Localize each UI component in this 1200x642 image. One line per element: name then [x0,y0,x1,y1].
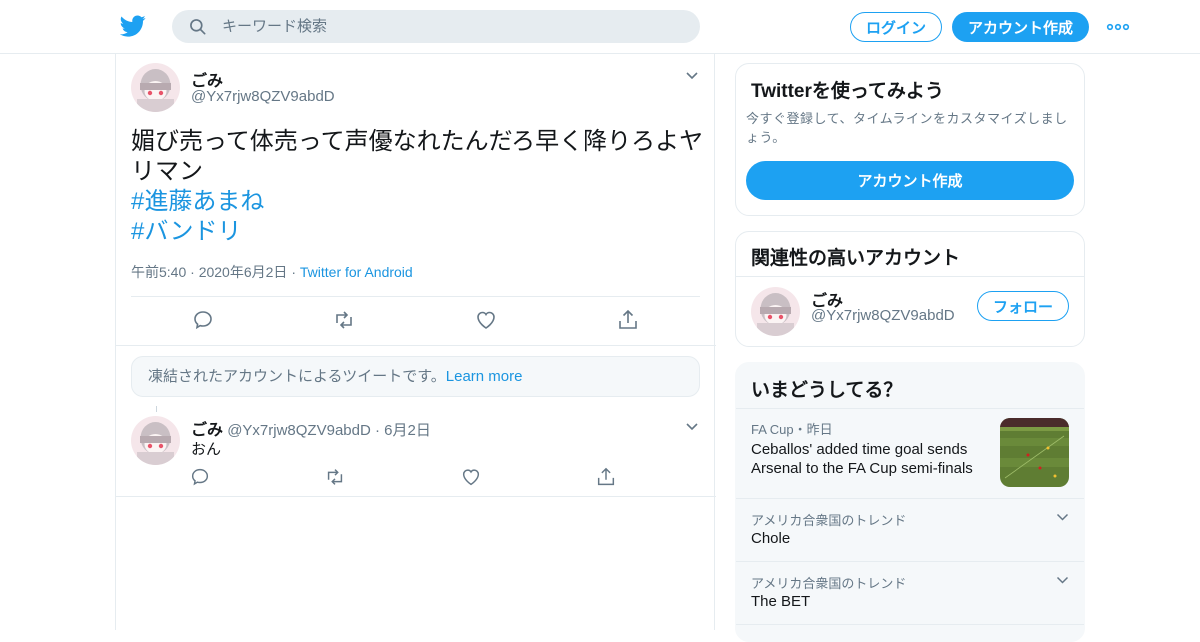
signup-card-description: 今すぐ登録して、タイムラインをカスタマイズしましょう。 [746,111,1068,145]
share-icon[interactable] [616,308,640,332]
divider [736,408,1084,409]
tweet-body: 媚び売って体売って声優なれたんだろ早く降りろよヤリマン [131,128,704,185]
avatar[interactable] [131,63,180,112]
trend-meta: アメリカ合衆国のトレンド [751,576,907,591]
tweet-meta: 午前5:40 · 2020年6月2日 · Twitter for Android [131,264,413,280]
tweet-date[interactable]: 2020年6月2日 [199,264,288,280]
avatar[interactable] [751,287,800,336]
chevron-down-icon[interactable] [685,422,699,432]
avatar[interactable] [131,416,180,465]
tweet-text: 媚び売って体売って声優なれたんだろ早く降りろよヤリマン #進藤あまね #バンドリ [131,127,706,247]
search-input[interactable] [222,10,682,43]
reply-icon[interactable] [191,308,215,332]
trend-thumbnail[interactable] [1000,418,1069,487]
retweet-icon[interactable] [332,308,356,332]
divider [131,296,700,297]
trend-headline: Ceballos' added time goal sends Arsenal … [751,441,973,477]
chevron-down-icon[interactable] [685,71,699,81]
retweet-icon[interactable] [324,466,346,488]
search-bar[interactable] [172,10,700,43]
trend-name: The BET [751,593,811,610]
divider [736,561,1084,562]
search-icon [190,19,206,35]
signup-card: Twitterを使ってみよう 今すぐ登録して、タイムラインをカスタマイズしましょ… [735,63,1085,216]
divider [736,498,1084,499]
divider [116,345,716,346]
trend-meta: アメリカ合衆国のトレンド [751,513,907,528]
tweet-time[interactable]: 午前5:40 [131,264,186,280]
trends-card-title: いまどうしてる？ [751,380,903,401]
twitter-logo-icon[interactable] [120,13,146,39]
create-account-button[interactable]: アカウント作成 [746,161,1074,200]
divider [736,624,1084,625]
suspended-account-notice: 凍結されたアカウントによるツイートです。Learn more [131,356,700,397]
reply-author-handle[interactable]: @Yx7rjw8QZV9abdD [227,422,371,439]
more-icon[interactable] [1106,20,1130,34]
share-icon[interactable] [595,466,617,488]
divider [736,276,1084,277]
hashtag-link[interactable]: #進藤あまね [131,187,706,217]
trends-card: いまどうしてる？ FA Cup・昨日 Ceballos' added time … [735,362,1085,642]
related-account-handle[interactable]: @Yx7rjw8QZV9abdD [811,307,955,324]
chevron-down-icon[interactable] [1056,513,1069,522]
like-icon[interactable] [460,466,482,488]
signup-card-title: Twitterを使ってみよう [751,81,944,102]
related-card-title: 関連性の高いアカウント [751,248,961,269]
reply-author-name[interactable]: ごみ [191,422,223,439]
learn-more-link[interactable]: Learn more [446,368,523,385]
login-button[interactable]: ログイン [850,12,942,42]
related-accounts-card: 関連性の高いアカウント ごみ @Yx7rjw8QZV9abdD フォロー [735,231,1085,347]
tweet-actions [116,308,716,334]
top-navigation-bar: ログイン アカウント作成 [0,0,1200,54]
trend-name: Chole [751,530,791,547]
reply-icon[interactable] [189,466,211,488]
reply-actions [116,466,716,488]
tweet-author-handle[interactable]: @Yx7rjw8QZV9abdD [191,88,335,105]
follow-button[interactable]: フォロー [977,291,1069,321]
trend-meta: FA Cup・昨日 [751,422,833,437]
tweet-source-link[interactable]: Twitter for Android [300,264,413,280]
tweet-column: ごみ @Yx7rjw8QZV9abdD 媚び売って体売って声優なれたんだろ早く降… [115,54,716,630]
divider [116,496,716,497]
chevron-down-icon[interactable] [1056,576,1069,585]
thread-line [156,406,157,412]
like-icon[interactable] [474,308,498,332]
signup-button[interactable]: アカウント作成 [952,12,1089,42]
notice-text: 凍結されたアカウントによるツイートです。 [148,368,446,385]
reply-date[interactable]: 6月2日 [384,422,431,439]
reply-text: おん [191,441,222,458]
reply-header: ごみ @Yx7rjw8QZV9abdD · 6月2日 [191,422,431,439]
hashtag-link[interactable]: #バンドリ [131,217,706,247]
